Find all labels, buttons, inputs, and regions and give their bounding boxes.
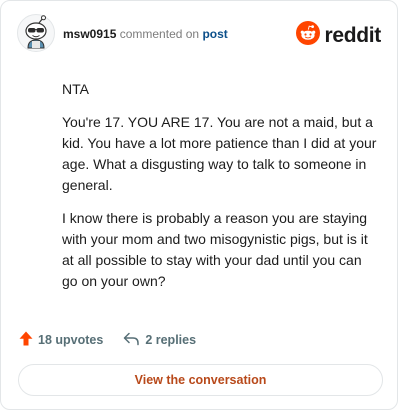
comment-body: NTA You're 17. YOU ARE 17. You are not a… [62, 79, 380, 304]
reply-count: 2 replies [145, 333, 197, 347]
comment-paragraph: NTA [62, 81, 89, 97]
post-link[interactable]: post [202, 27, 227, 41]
user-avatar[interactable] [17, 14, 55, 52]
comment-card: msw0915 commented on post reddit NTA You… [0, 0, 398, 410]
comment-stats: 18 upvotes 2 replies [19, 331, 196, 349]
upvote-stat[interactable]: 18 upvotes [19, 331, 103, 349]
reddit-alien-icon [296, 21, 321, 50]
reply-arrow-icon[interactable] [123, 332, 140, 349]
reddit-logo[interactable]: reddit [296, 21, 381, 50]
reddit-wordmark: reddit [324, 23, 381, 47]
replies-stat[interactable]: 2 replies [123, 332, 196, 349]
comment-paragraph: You're 17. YOU ARE 17. You are not a mai… [62, 114, 377, 193]
username-link[interactable]: msw0915 [63, 27, 116, 41]
view-conversation-button[interactable]: View the conversation [18, 364, 383, 396]
upvote-arrow-icon[interactable] [19, 331, 33, 349]
upvote-count: 18 upvotes [38, 333, 104, 347]
comment-paragraph: I know there is probably a reason you ar… [62, 210, 368, 289]
comment-header: msw0915 commented on post [63, 27, 228, 41]
action-text: commented on [119, 27, 200, 41]
